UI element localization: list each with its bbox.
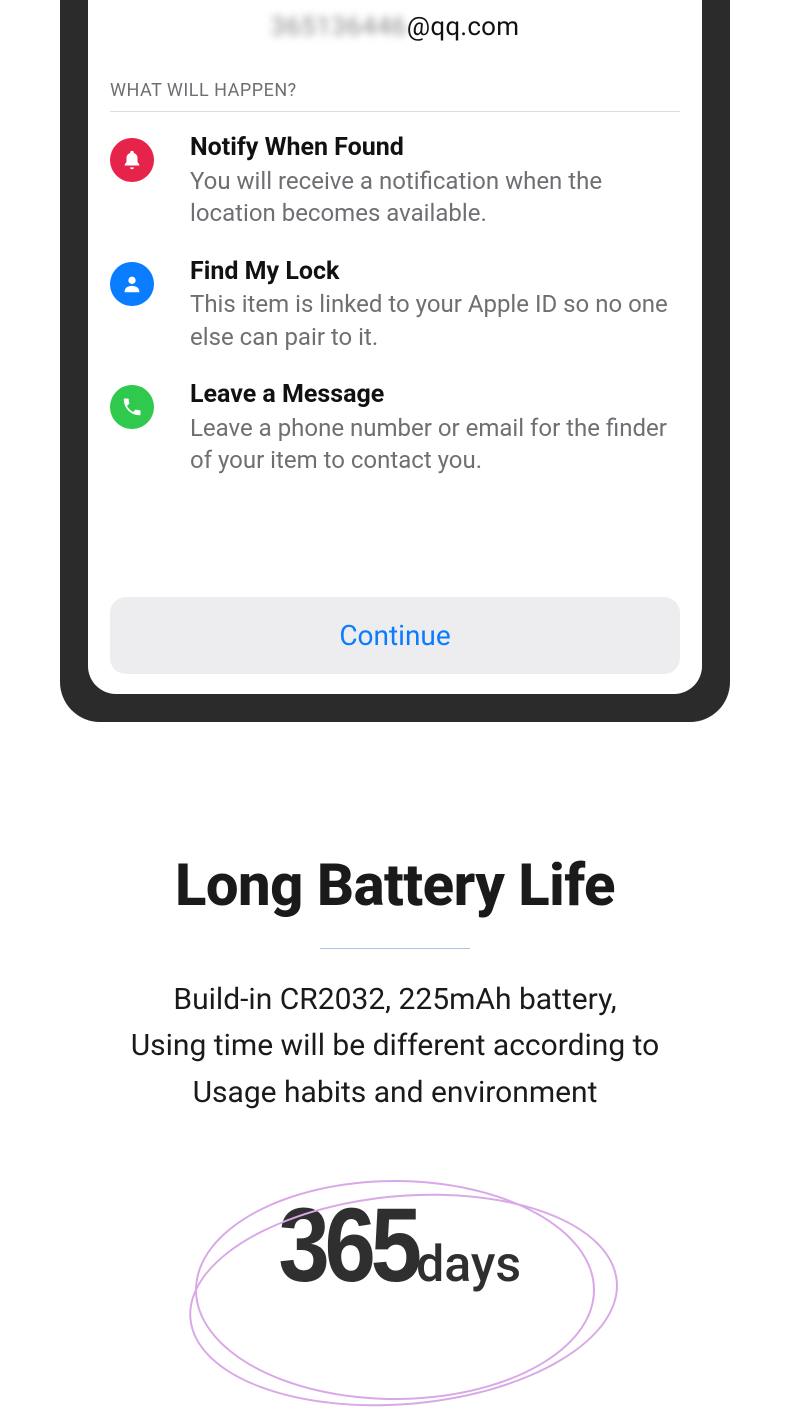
item-desc: Leave a phone number or email for the fi… xyxy=(190,412,680,477)
item-notify-when-found: Notify When Found You will receive a not… xyxy=(110,134,680,230)
battery-desc-line3: Usage habits and environment xyxy=(193,1075,598,1110)
battery-desc-line1: Build-in CR2032, 225mAh battery, xyxy=(173,982,616,1017)
divider xyxy=(320,948,470,949)
item-find-my-lock: Find My Lock This item is linked to your… xyxy=(110,258,680,354)
battery-title: Long Battery Life xyxy=(0,852,790,920)
email-visible-part: @qq.com xyxy=(407,12,519,42)
email-blurred-part: 365136446 xyxy=(271,12,407,42)
item-desc: This item is linked to your Apple ID so … xyxy=(190,288,680,353)
phone-frame: 365136446@qq.com WHAT WILL HAPPEN? Notif… xyxy=(60,0,730,722)
item-title: Notify When Found xyxy=(190,134,680,163)
section-title: WHAT WILL HAPPEN? xyxy=(110,80,680,112)
item-title: Find My Lock xyxy=(190,258,680,287)
phone-icon xyxy=(110,385,154,429)
bell-icon xyxy=(110,138,154,182)
item-desc: You will receive a notification when the… xyxy=(190,165,680,230)
continue-button[interactable]: Continue xyxy=(110,597,680,674)
phone-screen: 365136446@qq.com WHAT WILL HAPPEN? Notif… xyxy=(88,0,702,694)
item-leave-message: Leave a Message Leave a phone number or … xyxy=(110,381,680,477)
item-title: Leave a Message xyxy=(190,381,680,410)
battery-desc-line2: Using time will be different according t… xyxy=(131,1028,660,1063)
person-icon xyxy=(110,262,154,306)
battery-desc: Build-in CR2032, 225mAh battery, Using t… xyxy=(0,977,790,1117)
email-display: 365136446@qq.com xyxy=(110,12,680,42)
